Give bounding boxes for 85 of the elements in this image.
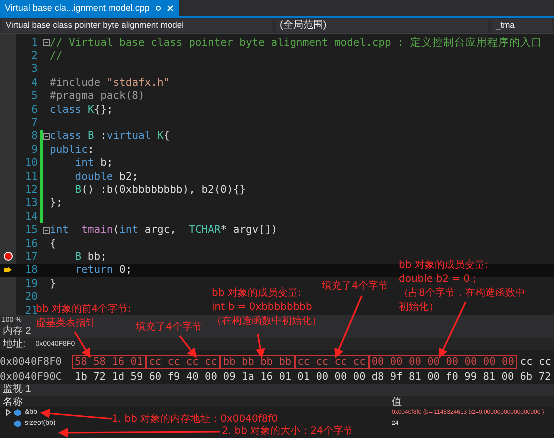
collapse-icon[interactable] (43, 226, 50, 234)
memory-bytes: 00 00 00 00 00 00 00 00 (368, 354, 518, 368)
code-line: int _tmain(int argc, _TCHAR* argv[]) (50, 224, 278, 236)
memory-address: 0x0040F90C (0, 370, 63, 382)
collapse-icon[interactable] (43, 39, 50, 46)
annotation-text: 1. bb 对象的内存地址：0x0040f8f0 (112, 413, 278, 426)
annotation-arrow (256, 334, 266, 359)
code-line: class K{}; (50, 104, 114, 116)
line-number: 6 (30, 104, 38, 116)
line-number: 3 (30, 63, 38, 76)
address-label: 地址: (3, 338, 26, 351)
memory-address: 0x0040F8F0 (0, 356, 63, 368)
code-line: { (50, 238, 56, 250)
memory-bytes: 60 f9 40 00 (148, 370, 218, 384)
annotation-text: 初始化） (399, 301, 440, 315)
code-line: // Virtual base class pointer byte alignment model.cpp : 定义控制台应用程序的入口 (50, 36, 542, 50)
annotation-text: bb 对象的成员变量: (212, 287, 302, 301)
code-line: class B :virtual K{ (50, 130, 170, 142)
memory-bytes: 58 58 16 01 (72, 354, 146, 368)
code-line: B() :b(0xbbbbbbbb), b2(0){} (74, 184, 246, 196)
memory-bytes: bb bb bb bb (220, 354, 295, 368)
annotation-arrow (334, 296, 363, 358)
code-line: } (50, 278, 56, 290)
line-number: 4 (30, 76, 38, 89)
annotation-arrow (439, 302, 467, 358)
code-line: return 0; (74, 264, 132, 276)
memory-bytes: d8 9f 81 00 (370, 370, 442, 384)
memory-bytes: cc cc cc cc (146, 354, 220, 368)
code-line: public: (50, 144, 94, 156)
annotation-text: double b2 = 0 ; (399, 273, 478, 287)
memory-bytes: 09 1a 16 01 (222, 370, 293, 384)
memory-bytes: 6b 72 (519, 370, 552, 384)
annotation-text: 2. bb 对象的大小：24个字节 (222, 425, 354, 438)
annotation-text: 虚基类表指针 (36, 317, 97, 331)
code-line: double b2; (74, 170, 139, 183)
line-number: 14 (24, 210, 38, 223)
line-number: 21 (24, 304, 38, 316)
column-header: 名称 (2, 396, 24, 408)
line-number: 20 (24, 291, 38, 304)
annotation-arrow (179, 336, 197, 358)
member-dropdown[interactable]: _tma (492, 19, 552, 32)
annotation-text: bb 对象的前4个字节: (36, 303, 132, 317)
project-dropdown[interactable]: Virtual base class pointer byte alignment model (2, 19, 272, 32)
line-number: 15 (24, 224, 38, 236)
code-line: }; (50, 197, 63, 210)
breakpoint-icon[interactable] (4, 252, 12, 262)
line-number: 12 (24, 184, 38, 196)
pin-icon[interactable] (154, 4, 162, 12)
code-line: #include "stdafx.h" (50, 76, 170, 89)
file-tab[interactable]: Virtual base cla...ignment model.cpp (0, 0, 179, 16)
code-line: #pragma pack(8) (50, 90, 145, 102)
line-number: 9 (30, 144, 38, 156)
memory-bytes: cc cc cc cc (294, 354, 369, 368)
line-number: 19 (24, 278, 38, 290)
annotation-text: int b = 0xbbbbbbbb (212, 301, 314, 315)
line-number: 10 (24, 157, 38, 170)
line-number: 7 (30, 117, 38, 130)
line-number: 5 (30, 90, 38, 102)
memory-bytes: f0 99 81 00 (445, 370, 516, 384)
line-number: 16 (24, 238, 38, 250)
code-line: // (50, 50, 63, 62)
memory-bytes: cc cc (519, 354, 552, 368)
annotation-text: bb 对象的成员变量: (399, 259, 490, 273)
annotation-text: 填充了4个字节 (322, 280, 388, 294)
expand-icon[interactable] (6, 409, 11, 416)
line-number: 18 (24, 264, 38, 276)
annotation-text: （占8个字节，在构造函数中 (399, 287, 526, 301)
line-number: 13 (24, 197, 38, 210)
panel-title: 监视 1 (0, 384, 554, 396)
memory-bytes: 1b 72 1d 59 (74, 370, 144, 384)
scope-dropdown[interactable]: (全局范围) (276, 19, 488, 32)
line-number: 8 (30, 130, 38, 142)
line-number: 11 (24, 170, 38, 183)
line-number: 1 (30, 36, 38, 49)
memory-bytes: 01 00 00 00 (296, 370, 367, 384)
code-line: B bb; (74, 250, 107, 263)
close-icon[interactable] (166, 4, 174, 12)
collapse-icon[interactable] (43, 132, 50, 140)
code-line: int b; (74, 157, 114, 170)
annotation-text: （在构造函数中初始化） (212, 315, 322, 329)
line-number: 17 (24, 250, 38, 263)
annotation-text: 填充了4个字节 (136, 321, 202, 335)
column-header: 值 (392, 396, 403, 408)
line-number: 2 (30, 50, 38, 62)
annotation-arrow (74, 332, 91, 358)
